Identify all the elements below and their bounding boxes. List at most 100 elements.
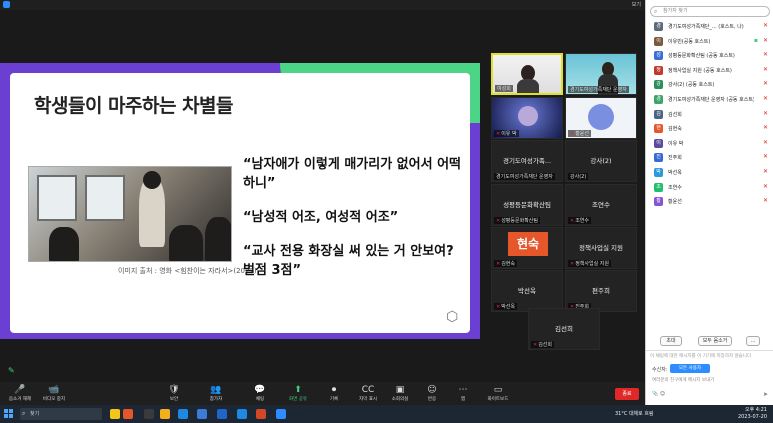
- share-screen-button[interactable]: ⬆ 화면 공유: [278, 385, 318, 402]
- app-icon[interactable]: [110, 409, 120, 419]
- video-tile[interactable]: 조연수 ✕조연수: [565, 184, 637, 226]
- zoom-icon[interactable]: [276, 409, 286, 419]
- video-tile[interactable]: ✕황윤선: [565, 97, 637, 139]
- video-tile[interactable]: 강사(2) 강사(2): [565, 140, 637, 182]
- chat-bubble-icon: 💬: [254, 385, 266, 395]
- participant-name: 정책사업실 지원: [579, 244, 623, 252]
- chat-message-input[interactable]: 여러분의 친구에게 메시지 보내기: [652, 377, 714, 383]
- student-figure: [169, 225, 203, 261]
- whiteboard-button[interactable]: ▭ 화이트보드: [478, 385, 518, 402]
- security-button[interactable]: 🛡 보안: [154, 385, 194, 402]
- send-icon[interactable]: ➤: [763, 391, 768, 398]
- stop-video-button[interactable]: 📹 비디오 중지: [34, 385, 74, 402]
- mic-muted-icon[interactable]: ✕: [763, 110, 768, 117]
- avatar: 경: [654, 94, 663, 104]
- participant-row[interactable]: 성 성평등문화확산팀 (공동 호스트) ✕: [650, 49, 772, 64]
- powerpoint-icon[interactable]: [256, 409, 266, 419]
- video-tile[interactable]: 성평등문화확산팀 ✕성평등문화확산팀: [491, 184, 563, 226]
- video-tile-label: ✕김현숙: [494, 260, 518, 267]
- slide-quote: “남자애가 이렇게 매가리가 없어서 어떡: [243, 157, 462, 172]
- participant-search-input[interactable]: ⌕ 참가자 찾기: [650, 6, 770, 17]
- weather-widget[interactable]: 31°C 대체로 흐림: [615, 410, 654, 417]
- edge-icon[interactable]: [178, 409, 188, 419]
- mic-muted-icon: ✕: [570, 218, 575, 224]
- participant-row[interactable]: 현 김현숙 ✕: [650, 122, 772, 137]
- slide-quote: 하니”: [243, 176, 276, 191]
- video-tile[interactable]: 경기도여성가족재단 운영자: [565, 53, 637, 95]
- slide-quote: “교사 전용 화장실 써 있는 거 안보여?: [243, 244, 454, 259]
- participant-row[interactable]: 경 경기도여성가족재단 운영자 (공동 호스트) ✕: [650, 93, 772, 108]
- participant-row[interactable]: 정 정책사업실 지원 (공동 호스트) ✕: [650, 64, 772, 79]
- participant-row[interactable]: 박 박선옥 ✕: [650, 166, 772, 181]
- participant-name: 조연수: [592, 201, 610, 209]
- mic-muted-icon[interactable]: ✕: [763, 183, 768, 190]
- participants-panel: ⌕ 참가자 찾기 경 경기도여성가족재단_... (호스트, 나) ✕ 이 이유빈(공…: [645, 0, 773, 405]
- mic-muted-icon[interactable]: ✕: [763, 95, 768, 102]
- view-button[interactable]: 보기: [632, 1, 641, 8]
- mic-muted-icon[interactable]: ✕: [763, 124, 768, 131]
- avatar: 이: [654, 36, 663, 46]
- participants-button[interactable]: 👥 참가자: [196, 385, 236, 402]
- video-tile-label: ✕정책사업실 지원: [568, 260, 611, 267]
- video-tile-label: ✕김선희: [531, 341, 555, 348]
- participant-row[interactable]: 강 강사(2) (공동 호스트) ✕: [650, 78, 772, 93]
- mute-all-button[interactable]: 모두 음소거: [698, 336, 732, 346]
- meeting-info-icon[interactable]: [3, 1, 10, 8]
- clock[interactable]: 오후 4:21 2023-07-20: [738, 407, 767, 421]
- participant-row[interactable]: 조 조연수 ✕: [650, 181, 772, 196]
- participant-row[interactable]: 김 김선희 ✕: [650, 108, 772, 123]
- app-icon[interactable]: [123, 409, 133, 419]
- mic-muted-icon[interactable]: ✕: [763, 51, 768, 58]
- video-tile-label: 경기도여성가족재단 운영자: [568, 86, 629, 93]
- video-tile[interactable]: 편주희 ✕진주희: [565, 270, 637, 312]
- mic-muted-icon[interactable]: ✕: [763, 66, 768, 73]
- word-icon[interactable]: [217, 409, 227, 419]
- invite-button[interactable]: 초대: [660, 336, 682, 346]
- emoji-icon[interactable]: ☺: [660, 391, 665, 397]
- mic-muted-icon[interactable]: ✕: [763, 153, 768, 160]
- window-shape: [85, 175, 125, 221]
- share-arrow-icon: ⬆: [294, 385, 302, 395]
- video-tile[interactable]: 현숙 ✕김현숙: [491, 227, 563, 269]
- video-tile[interactable]: 김선희 ✕김선희: [528, 308, 600, 350]
- mic-muted-icon[interactable]: ✕: [763, 80, 768, 87]
- taskbar-search-input[interactable]: ⌕ 찾기: [20, 408, 102, 420]
- movie-still-image: [28, 166, 232, 262]
- avatar-creature: [518, 106, 538, 126]
- mic-muted-icon: ✕: [496, 261, 501, 267]
- more-options-button[interactable]: ...: [746, 336, 760, 346]
- annotate-pencil-icon[interactable]: ✎: [8, 366, 15, 375]
- apps-button[interactable]: ⋯ 앱: [443, 385, 483, 402]
- video-tile[interactable]: 여성희: [491, 53, 563, 95]
- mic-muted-icon[interactable]: ✕: [763, 139, 768, 146]
- end-meeting-button[interactable]: 종료: [615, 388, 639, 400]
- participant-row[interactable]: 황 황윤선 ✕: [650, 195, 772, 210]
- file-icon[interactable]: 📎: [652, 391, 658, 397]
- video-tile[interactable]: 정책사업실 지원 ✕정책사업실 지원: [565, 227, 637, 269]
- mic-muted-icon[interactable]: ✕: [763, 197, 768, 204]
- video-tile[interactable]: ✕이유 박: [491, 97, 563, 139]
- participant-row[interactable]: 이 이유 박 ✕: [650, 137, 772, 152]
- recipient-select[interactable]: 모든 사용자: [670, 364, 710, 373]
- windows-start-icon[interactable]: [4, 409, 14, 419]
- video-tile[interactable]: 경기도여성가족... 경기도여성가족재단 운영자: [491, 140, 563, 182]
- task-view-icon[interactable]: [144, 409, 154, 419]
- video-camera-icon: 📹: [48, 385, 60, 395]
- mic-muted-icon[interactable]: ✕: [763, 22, 768, 29]
- mic-muted-icon[interactable]: ✕: [763, 168, 768, 175]
- mic-muted-icon: ✕: [496, 304, 501, 310]
- edge-icon[interactable]: [237, 409, 247, 419]
- chat-button[interactable]: 💬 채팅: [240, 385, 280, 402]
- file-explorer-icon[interactable]: [160, 409, 170, 419]
- participant-row[interactable]: 경 경기도여성가족재단_... (호스트, 나) ✕: [650, 20, 772, 35]
- student-figure: [205, 217, 231, 261]
- video-tile[interactable]: 박선옥 ✕박선옥: [491, 270, 563, 312]
- student-figure: [49, 227, 79, 261]
- browser-icon[interactable]: [197, 409, 207, 419]
- mic-muted-icon: ✕: [496, 131, 501, 137]
- participant-row[interactable]: 진 진주희 ✕: [650, 151, 772, 166]
- shield-icon: 🛡: [168, 385, 180, 395]
- mic-muted-icon[interactable]: ✕: [763, 37, 768, 44]
- chat-notice: 이 채팅에 대한 메시지를 이 기기에 저장하지 않습니다: [650, 354, 752, 359]
- participant-row[interactable]: 이 이유빈(공동 호스트) ▪ ✕: [650, 35, 772, 50]
